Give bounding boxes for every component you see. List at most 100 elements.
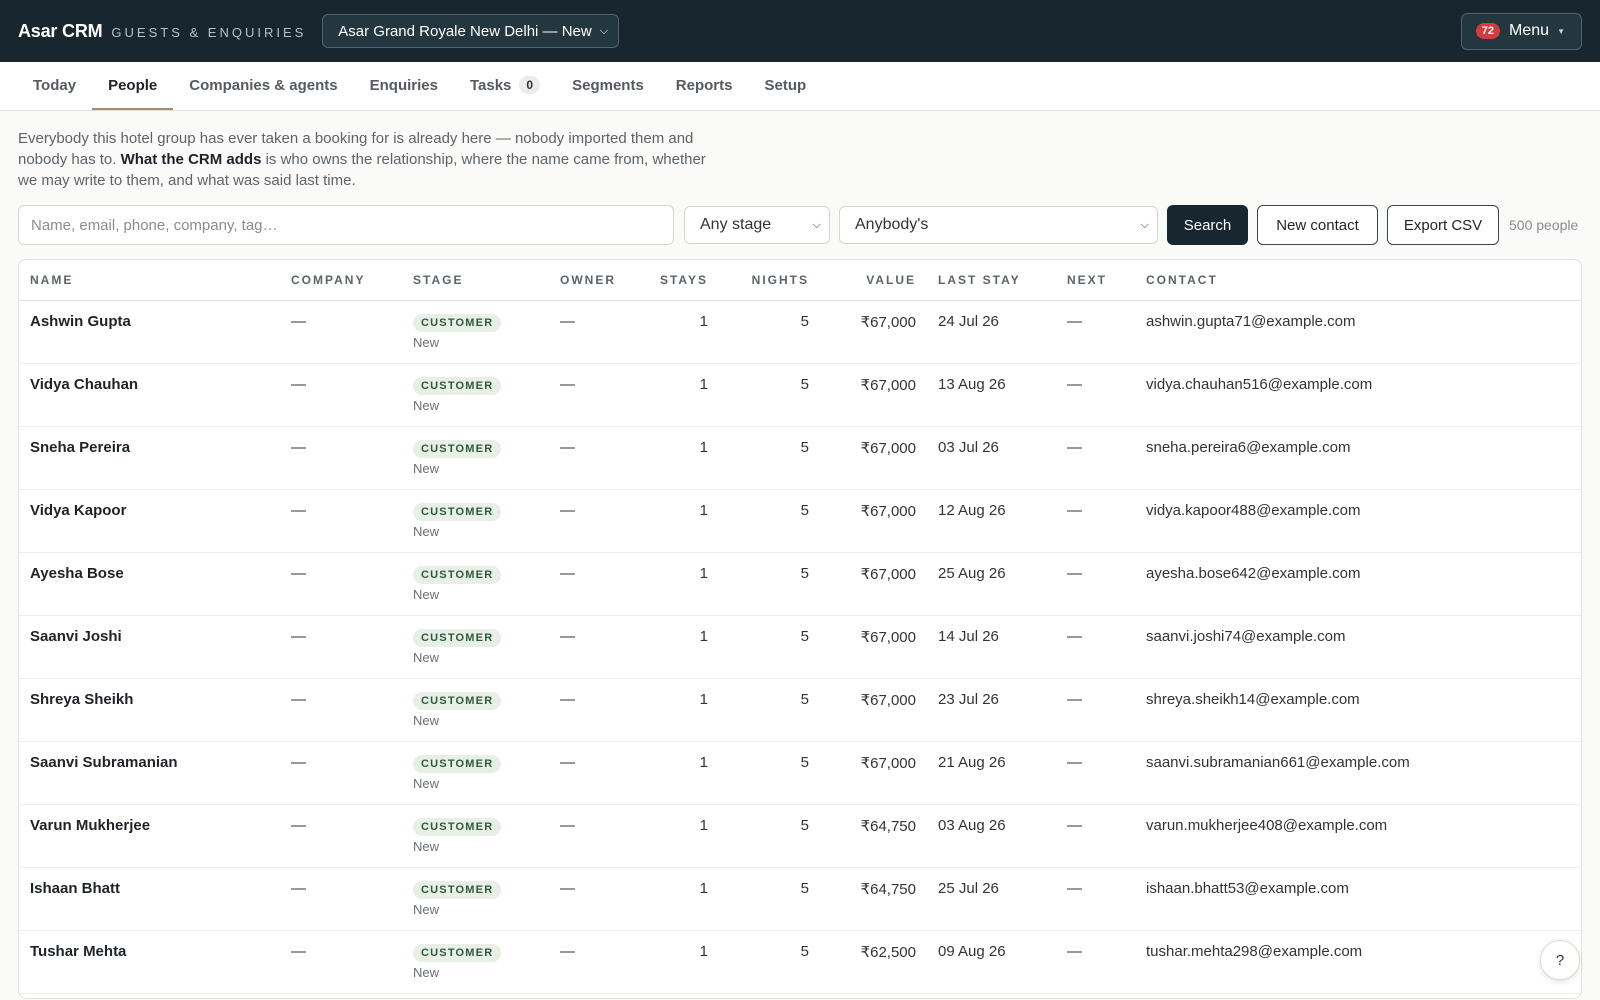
person-name[interactable]: Saanvi Subramanian <box>19 741 280 805</box>
stage-substatus: New <box>413 334 440 350</box>
new-contact-button[interactable]: New contact <box>1257 205 1378 245</box>
table-row[interactable]: Varun Mukherjee — CUSTOMER New — 1 5 ₹64… <box>19 804 1581 868</box>
table-row[interactable]: Ayesha Bose — CUSTOMER New — 1 5 ₹67,000… <box>19 552 1581 616</box>
last-stay-cell: 21 Aug 26 <box>927 741 1056 805</box>
table-row[interactable]: Saanvi Subramanian — CUSTOMER New — 1 5 … <box>19 741 1581 805</box>
column-header-next[interactable]: NEXT <box>1056 260 1135 301</box>
company-cell: — <box>280 552 402 616</box>
tab-today[interactable]: Today <box>17 62 92 110</box>
stays-cell: 1 <box>641 489 719 553</box>
contact-email[interactable]: ayesha.bose642@example.com <box>1135 552 1581 616</box>
owner-select[interactable]: Anybody's ⌵ <box>839 206 1158 244</box>
property-select[interactable]: Asar Grand Royale New Delhi — New ⌵ <box>322 14 620 48</box>
company-cell: — <box>280 615 402 679</box>
table-row[interactable]: Sneha Pereira — CUSTOMER New — 1 5 ₹67,0… <box>19 426 1581 490</box>
table-row[interactable]: Ishaan Bhatt — CUSTOMER New — 1 5 ₹64,75… <box>19 867 1581 931</box>
column-header-owner[interactable]: OWNER <box>549 260 641 301</box>
person-name[interactable]: Ashwin Gupta <box>19 300 280 364</box>
column-header-stage[interactable]: STAGE <box>402 260 549 301</box>
stage-substatus: New <box>413 838 440 854</box>
tab-tasks[interactable]: Tasks 0 <box>454 62 556 110</box>
contact-email[interactable]: tushar.mehta298@example.com <box>1135 930 1581 994</box>
table-row[interactable]: Vidya Kapoor — CUSTOMER New — 1 5 ₹67,00… <box>19 489 1581 553</box>
table-row[interactable]: Shreya Sheikh — CUSTOMER New — 1 5 ₹67,0… <box>19 678 1581 742</box>
stays-cell: 1 <box>641 804 719 868</box>
next-cell: — <box>1056 489 1135 553</box>
column-header-last-stay[interactable]: LAST STAY <box>927 260 1056 301</box>
search-button[interactable]: Search <box>1167 205 1248 245</box>
stage-cell: CUSTOMER New <box>402 300 549 364</box>
contact-email[interactable]: ishaan.bhatt53@example.com <box>1135 867 1581 931</box>
stage-substatus: New <box>413 460 440 476</box>
contact-email[interactable]: saanvi.joshi74@example.com <box>1135 615 1581 679</box>
stage-badge: CUSTOMER <box>413 817 502 836</box>
tab-label: Today <box>33 76 77 94</box>
table-row[interactable]: Vidya Chauhan — CUSTOMER New — 1 5 ₹67,0… <box>19 363 1581 427</box>
stage-substatus: New <box>413 586 440 602</box>
tab-label: Companies & agents <box>189 76 338 94</box>
stage-badge: CUSTOMER <box>413 565 502 584</box>
tab-companies-agents[interactable]: Companies & agents <box>173 62 353 110</box>
owner-cell: — <box>549 930 641 994</box>
person-name[interactable]: Ayesha Bose <box>19 552 280 616</box>
table-row[interactable]: Saanvi Joshi — CUSTOMER New — 1 5 ₹67,00… <box>19 615 1581 679</box>
contact-email[interactable]: sneha.pereira6@example.com <box>1135 426 1581 490</box>
stage-substatus: New <box>413 397 440 413</box>
stage-select[interactable]: Any stage ⌵ <box>684 206 830 244</box>
tab-setup[interactable]: Setup <box>748 62 822 110</box>
nights-cell: 5 <box>719 426 820 490</box>
tab-people[interactable]: People <box>92 62 174 110</box>
person-name[interactable]: Shreya Sheikh <box>19 678 280 742</box>
column-header-company[interactable]: COMPANY <box>280 260 402 301</box>
person-name[interactable]: Vidya Kapoor <box>19 489 280 553</box>
owner-cell: — <box>549 426 641 490</box>
people-count: 500 people <box>1509 217 1579 233</box>
contact-email[interactable]: vidya.kapoor488@example.com <box>1135 489 1581 553</box>
company-cell: — <box>280 363 402 427</box>
stays-cell: 1 <box>641 615 719 679</box>
column-header-nights[interactable]: NIGHTS <box>719 260 820 301</box>
intro-bold: What the CRM adds <box>120 151 262 168</box>
contact-email[interactable]: shreya.sheikh14@example.com <box>1135 678 1581 742</box>
table-row[interactable]: Tushar Mehta — CUSTOMER New — 1 5 ₹62,50… <box>19 930 1581 994</box>
tab-segments[interactable]: Segments <box>556 62 660 110</box>
stage-cell: CUSTOMER New <box>402 363 549 427</box>
owner-cell: — <box>549 867 641 931</box>
table-row[interactable]: Ashwin Gupta — CUSTOMER New — 1 5 ₹67,00… <box>19 300 1581 364</box>
contact-email[interactable]: saanvi.subramanian661@example.com <box>1135 741 1581 805</box>
nights-cell: 5 <box>719 930 820 994</box>
search-input[interactable] <box>18 205 674 245</box>
next-cell: — <box>1056 930 1135 994</box>
next-cell: — <box>1056 867 1135 931</box>
chevron-down-icon: ⌵ <box>599 24 609 37</box>
main-tabs: Today People Companies & agents Enquirie… <box>0 62 1600 111</box>
column-header-contact[interactable]: CONTACT <box>1135 260 1581 301</box>
last-stay-cell: 12 Aug 26 <box>927 489 1056 553</box>
person-name[interactable]: Vidya Chauhan <box>19 363 280 427</box>
help-button[interactable]: ? <box>1540 940 1580 980</box>
person-name[interactable]: Saanvi Joshi <box>19 615 280 679</box>
column-header-stays[interactable]: STAYS <box>641 260 719 301</box>
column-header-value[interactable]: VALUE <box>820 260 927 301</box>
stage-badge: CUSTOMER <box>413 628 502 647</box>
contact-email[interactable]: varun.mukherjee408@example.com <box>1135 804 1581 868</box>
person-name[interactable]: Ishaan Bhatt <box>19 867 280 931</box>
person-name[interactable]: Varun Mukherjee <box>19 804 280 868</box>
export-csv-button[interactable]: Export CSV <box>1387 205 1499 245</box>
column-header-name[interactable]: NAME <box>19 260 280 301</box>
stage-cell: CUSTOMER New <box>402 804 549 868</box>
tab-enquiries[interactable]: Enquiries <box>354 62 454 110</box>
contact-email[interactable]: ashwin.gupta71@example.com <box>1135 300 1581 364</box>
last-stay-cell: 13 Aug 26 <box>927 363 1056 427</box>
tasks-count-badge: 0 <box>519 76 541 94</box>
menu-button[interactable]: 72 Menu ▼ <box>1460 12 1582 50</box>
nights-cell: 5 <box>719 867 820 931</box>
stays-cell: 1 <box>641 678 719 742</box>
tab-label: People <box>108 76 158 94</box>
person-name[interactable]: Tushar Mehta <box>19 930 280 994</box>
contact-email[interactable]: vidya.chauhan516@example.com <box>1135 363 1581 427</box>
owner-cell: — <box>549 363 641 427</box>
person-name[interactable]: Sneha Pereira <box>19 426 280 490</box>
last-stay-cell: 23 Jul 26 <box>927 678 1056 742</box>
tab-reports[interactable]: Reports <box>660 62 749 110</box>
